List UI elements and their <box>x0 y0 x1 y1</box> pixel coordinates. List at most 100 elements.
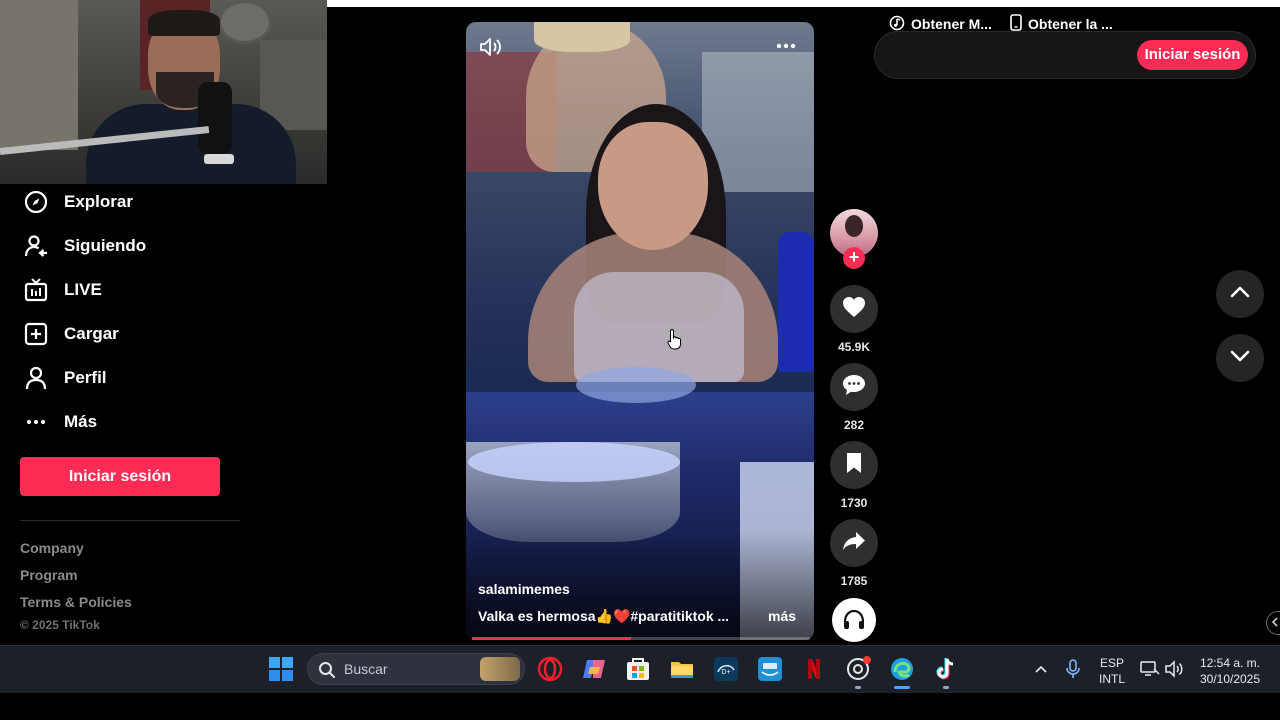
search-icon <box>318 661 336 684</box>
edge-icon[interactable] <box>887 654 917 684</box>
chatgpt-icon[interactable] <box>843 654 873 684</box>
sidebar-item-explorar[interactable]: Explorar <box>20 180 240 224</box>
share-button[interactable] <box>830 519 878 567</box>
microsoft-store-icon[interactable] <box>623 654 653 684</box>
sidebar-item-label: LIVE <box>64 280 102 299</box>
tiktok-icon[interactable] <box>931 654 961 684</box>
sidebar-item-label: Siguiendo <box>64 236 147 255</box>
microphone-icon[interactable] <box>1060 654 1086 684</box>
caption-more-link[interactable]: más <box>768 608 796 624</box>
clock-date: 30/10/2025 <box>1199 672 1261 686</box>
clock-time: 12:54 a. m. <box>1199 656 1261 670</box>
copyright-text: © 2025 TikTok <box>20 618 100 632</box>
taskbar-active-indicator <box>894 686 910 689</box>
share-arrow-icon <box>842 531 866 556</box>
taskbar-search[interactable]: Buscar <box>307 653 525 685</box>
chevron-up-icon <box>1230 285 1250 304</box>
video-bottle <box>778 232 814 372</box>
disney-plus-icon[interactable]: D+ <box>711 654 741 684</box>
chevron-down-icon <box>1230 349 1250 368</box>
sidebar-login-button[interactable]: Iniciar sesión <box>20 457 220 496</box>
creator-avatar-face <box>845 215 863 237</box>
comment-button[interactable] <box>830 363 878 411</box>
language-code: ESP <box>1099 656 1124 670</box>
sidebar-item-cargar[interactable]: Cargar <box>20 312 240 356</box>
webcam-overlay <box>0 0 327 184</box>
clock[interactable]: 12:54 a. m. 30/10/2025 <box>1192 655 1268 687</box>
sidebar-nav: Explorar Siguiendo LIVE Cargar Perfil Má… <box>20 180 240 444</box>
taskbar-search-label: Buscar <box>344 661 388 677</box>
chevron-up-tray-icon[interactable] <box>1028 654 1054 684</box>
user-following-icon <box>20 230 52 262</box>
keyboard-layout: INTL <box>1098 672 1125 686</box>
video-more-options-icon[interactable] <box>772 36 800 56</box>
prime-video-icon[interactable] <box>755 654 785 684</box>
footer-link-program[interactable]: Program <box>20 565 132 592</box>
search-highlight-image <box>480 657 520 681</box>
sidebar-item-label: Cargar <box>64 324 119 343</box>
music-note-icon <box>889 15 905 34</box>
footer-links: Company Program Terms & Policies <box>20 538 132 619</box>
video-woman-top <box>574 272 744 382</box>
footer-link-terms[interactable]: Terms & Policies <box>20 592 132 619</box>
network-icon[interactable] <box>1138 654 1162 684</box>
webcam-mic-ring <box>204 154 234 164</box>
heart-icon <box>842 296 866 323</box>
follow-plus-icon[interactable]: + <box>843 247 865 269</box>
sidebar-item-mas[interactable]: Más <box>20 400 240 444</box>
sidebar-item-siguiendo[interactable]: Siguiendo <box>20 224 240 268</box>
sidebar-item-label: Explorar <box>64 192 133 211</box>
compass-icon <box>20 186 52 218</box>
bookmark-icon <box>845 452 863 479</box>
chevron-left-icon <box>1271 614 1279 632</box>
save-count: 1730 <box>840 496 868 510</box>
taskbar-running-indicator <box>855 686 861 689</box>
headset-icon[interactable] <box>832 598 876 642</box>
upload-plus-icon <box>20 318 52 350</box>
get-app-link[interactable]: Obtener la ... <box>1010 12 1113 36</box>
save-button[interactable] <box>830 441 878 489</box>
get-music-label: Obtener M... <box>911 16 992 32</box>
get-music-link[interactable]: Obtener M... <box>889 12 992 36</box>
like-button[interactable] <box>830 285 878 333</box>
webcam-microphone <box>198 82 232 154</box>
copilot-icon[interactable] <box>579 654 609 684</box>
video-caption: Valka es hermosa👍❤️#paratitiktok ... <box>478 608 728 624</box>
webcam-fan <box>218 0 272 44</box>
video-player[interactable] <box>466 22 814 640</box>
video-plate <box>576 367 696 403</box>
previous-video-button[interactable] <box>1216 270 1264 318</box>
video-hat <box>534 22 630 52</box>
opera-icon[interactable] <box>535 654 565 684</box>
phone-icon <box>1010 14 1022 34</box>
like-count: 45.9K <box>837 340 871 354</box>
sidebar-item-label: Más <box>64 412 98 431</box>
live-tv-icon <box>20 274 52 306</box>
webcam-person-torso <box>86 104 296 184</box>
video-woman-face <box>598 122 708 250</box>
sidebar-item-perfil[interactable]: Perfil <box>20 356 240 400</box>
get-app-label: Obtener la ... <box>1028 16 1113 32</box>
top-login-button[interactable]: Iniciar sesión <box>1137 40 1248 70</box>
sidebar-divider <box>20 520 240 521</box>
file-explorer-icon[interactable] <box>667 654 697 684</box>
speaker-icon[interactable] <box>1162 654 1186 684</box>
sidebar-item-live[interactable]: LIVE <box>20 268 240 312</box>
footer-link-company[interactable]: Company <box>20 538 132 565</box>
video-author[interactable]: salamimemes <box>478 581 570 597</box>
comment-count: 282 <box>843 418 865 432</box>
side-panel-toggle[interactable] <box>1266 611 1280 635</box>
share-count: 1785 <box>840 574 868 588</box>
volume-icon[interactable] <box>478 34 504 60</box>
windows-start-icon[interactable] <box>268 656 294 682</box>
hand-cursor-icon <box>667 328 683 355</box>
video-progress-bar[interactable] <box>472 637 810 640</box>
video-pan-top <box>468 442 680 482</box>
video-progress-fill <box>472 637 631 640</box>
svg-text:D+: D+ <box>721 669 730 676</box>
keyboard-language[interactable]: ESP INTL <box>1096 655 1128 687</box>
sidebar-item-label: Perfil <box>64 368 107 387</box>
netflix-icon[interactable] <box>799 654 829 684</box>
next-video-button[interactable] <box>1216 334 1264 382</box>
top-white-strip <box>327 0 1280 7</box>
